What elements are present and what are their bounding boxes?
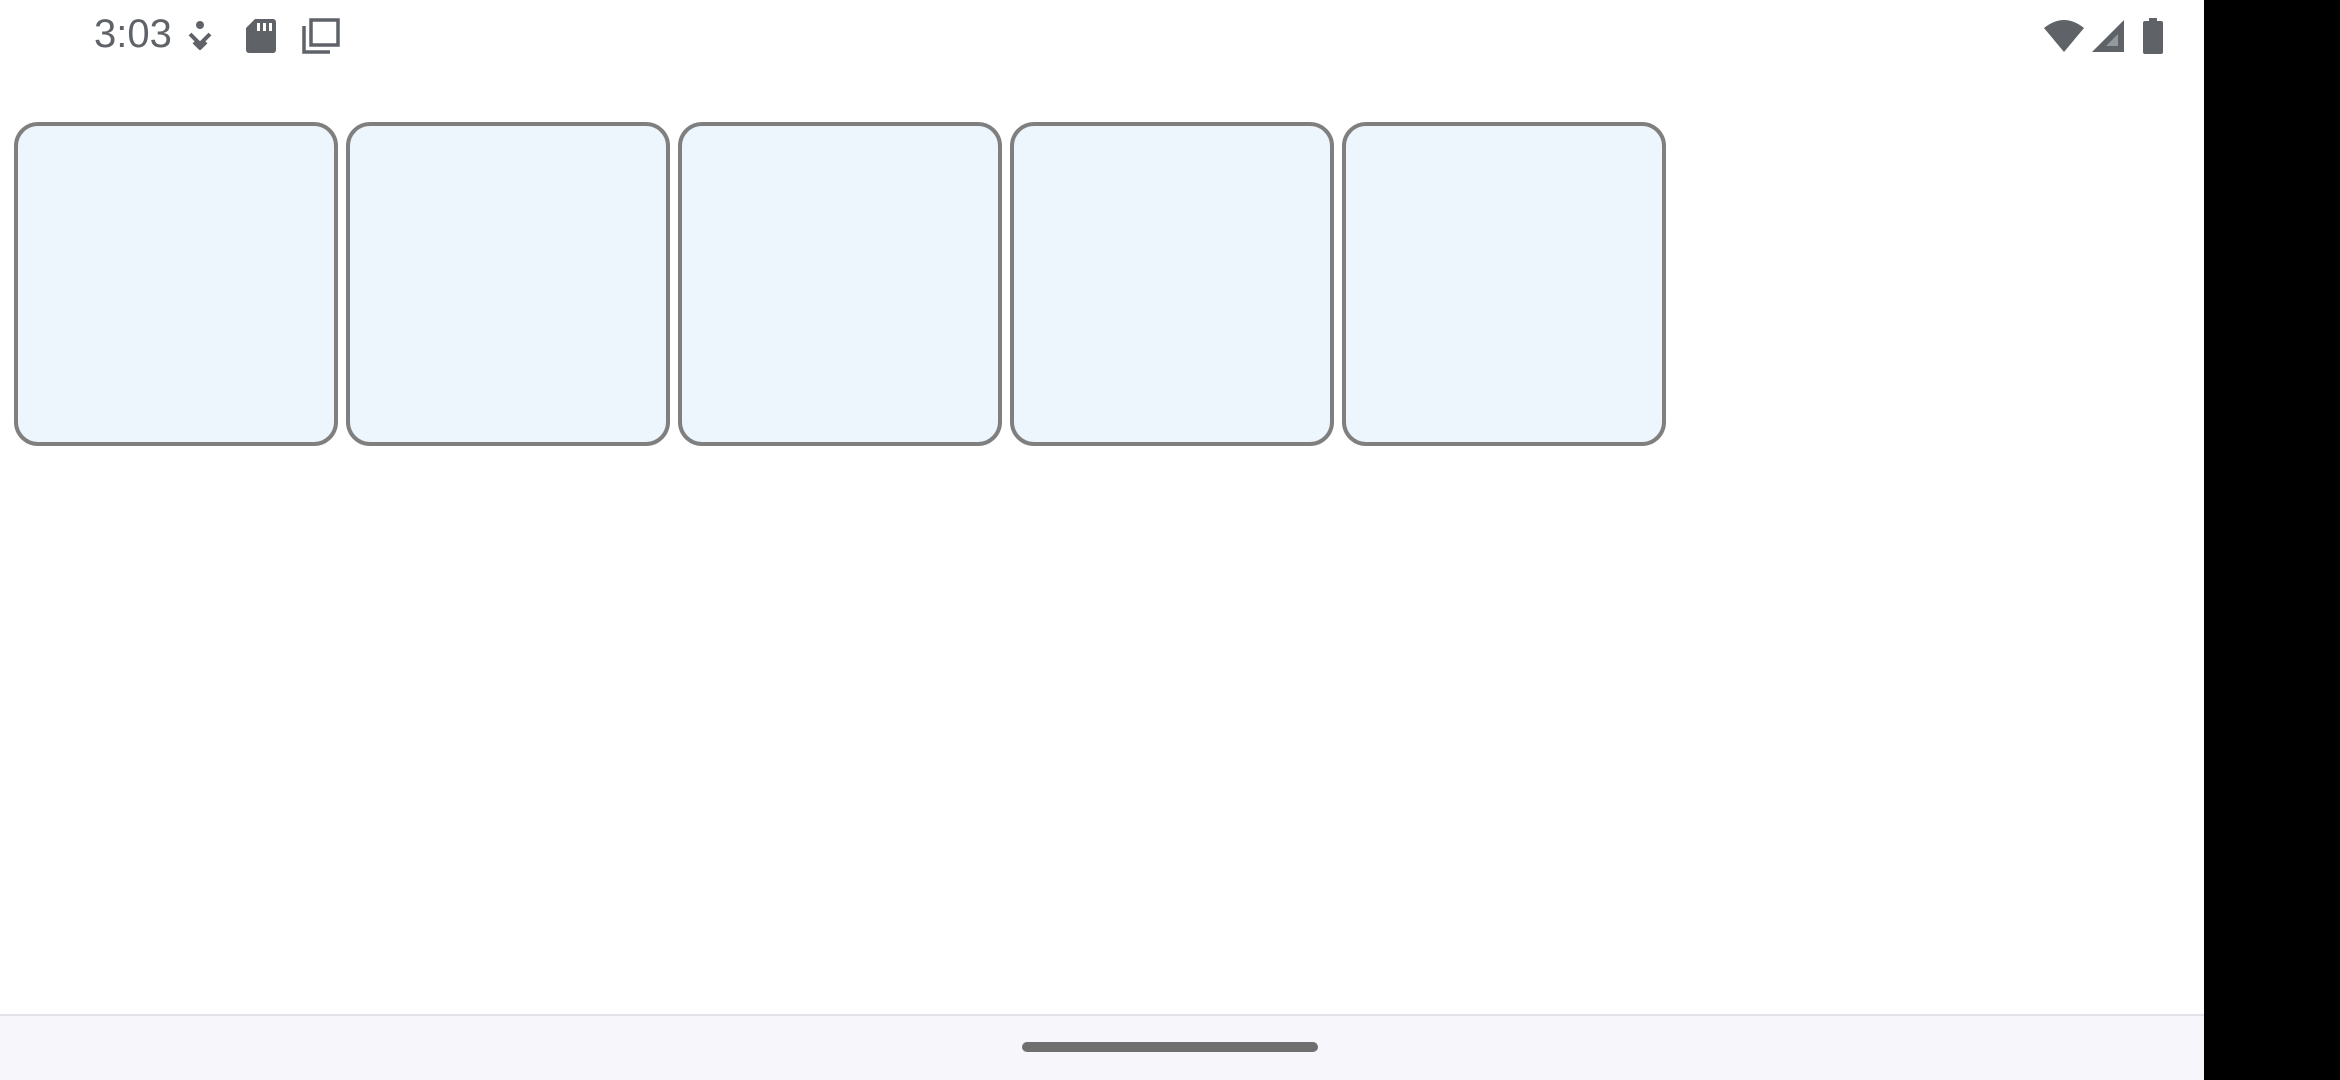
status-bar: 3:03 xyxy=(0,0,2204,72)
screenshot-icon xyxy=(302,18,340,54)
tile-2[interactable] xyxy=(346,122,670,446)
tile-5[interactable] xyxy=(1342,122,1666,446)
sd-card-icon xyxy=(246,19,276,53)
tile-4[interactable] xyxy=(1010,122,1334,446)
navigation-bar xyxy=(0,1014,2204,1080)
battery-icon xyxy=(2143,18,2163,54)
screen-bezel xyxy=(2204,0,2340,1080)
tile-1[interactable] xyxy=(14,122,338,446)
home-gesture-handle[interactable] xyxy=(1022,1042,1318,1052)
status-time: 3:03 xyxy=(94,12,172,56)
assistant-icon xyxy=(188,21,212,50)
signal-icon xyxy=(2092,20,2124,52)
wifi-icon xyxy=(2044,20,2084,52)
tile-3[interactable] xyxy=(678,122,1002,446)
device-screen: 3:03 xyxy=(0,0,2204,1080)
tile-row xyxy=(14,122,1694,446)
